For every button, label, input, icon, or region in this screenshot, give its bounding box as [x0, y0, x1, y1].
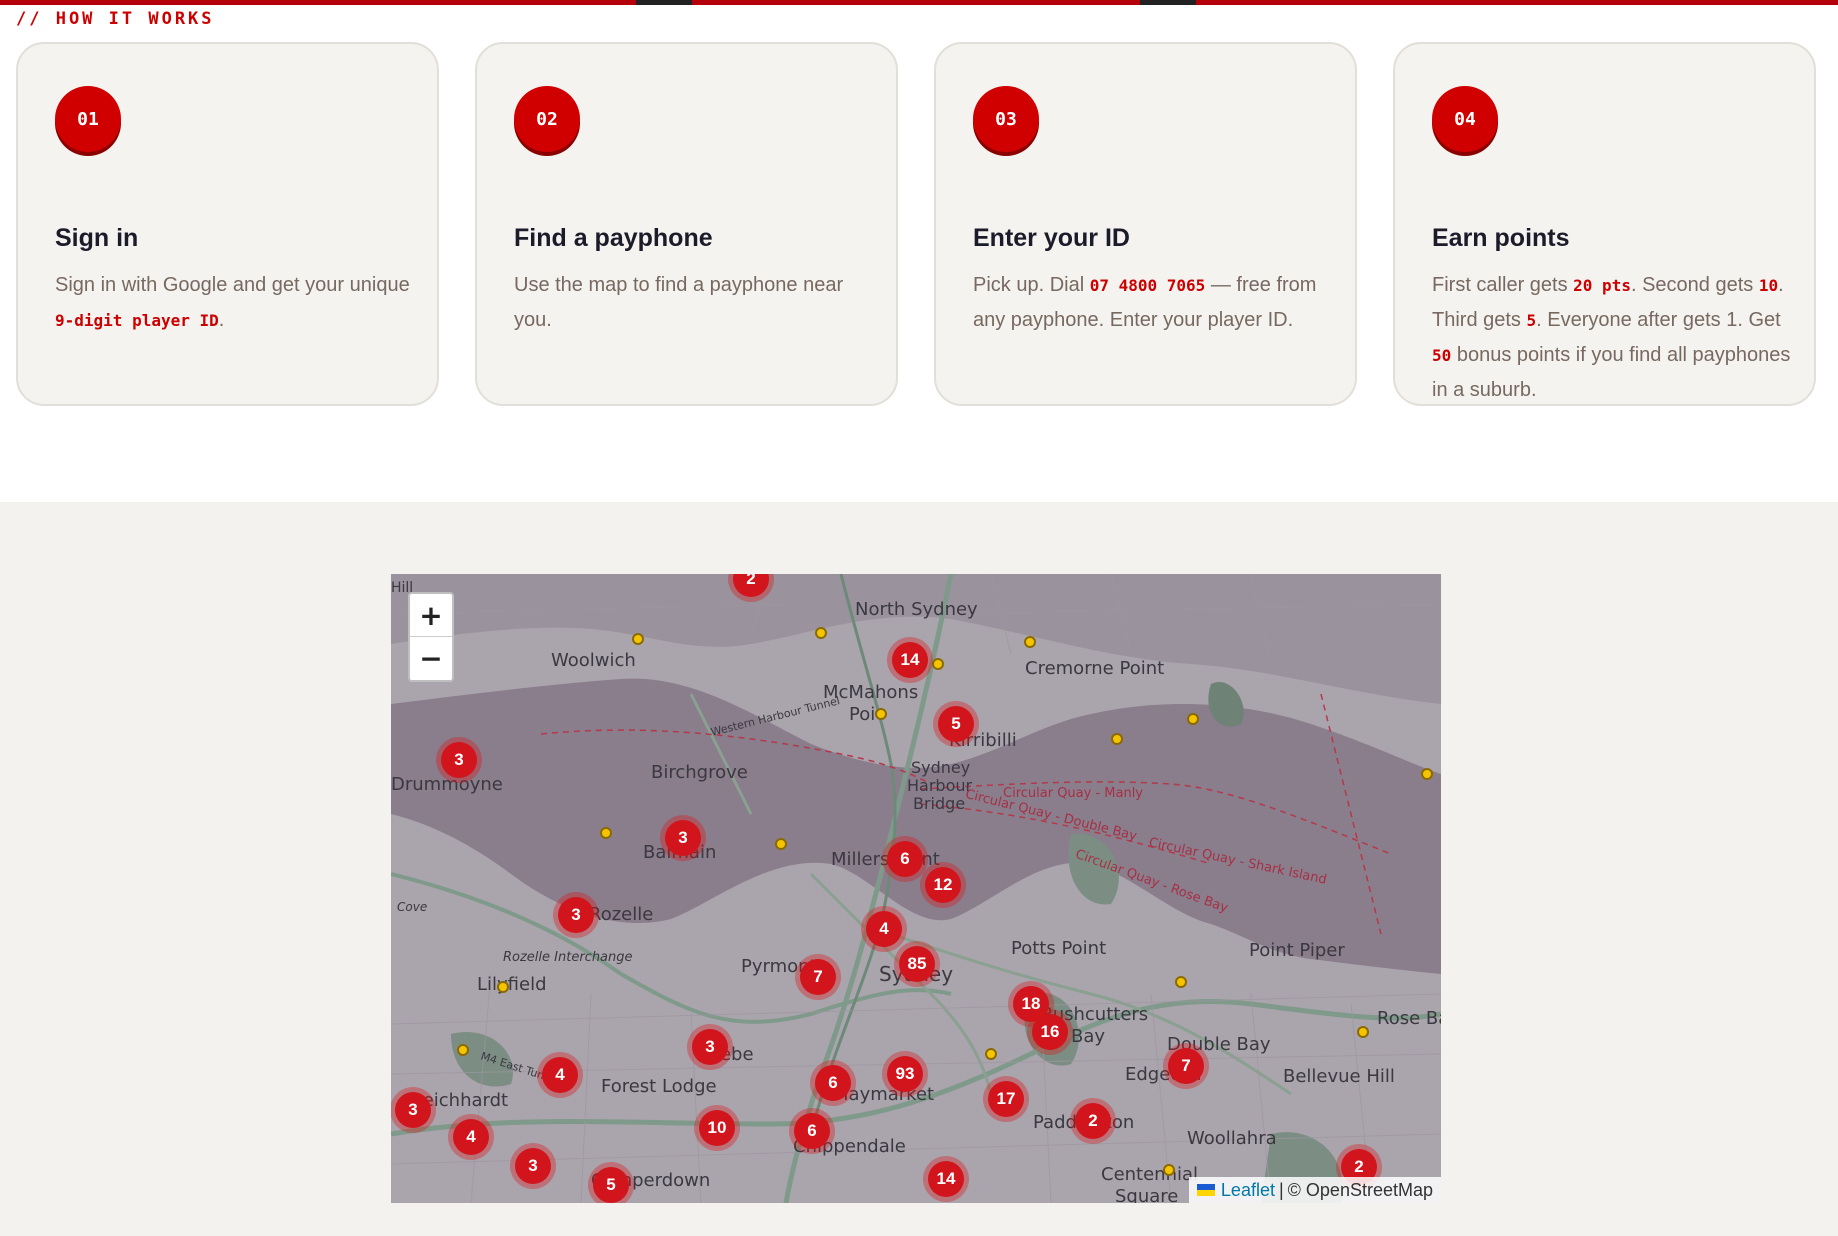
payphone-pin[interactable] [632, 633, 644, 645]
map-label: Bridge [913, 794, 966, 813]
payphone-cluster[interactable]: 7 [795, 954, 841, 1000]
top-bar-segment [636, 0, 692, 5]
step-description: First caller gets 20 pts. Second gets 10… [1432, 274, 1791, 401]
leaflet-link[interactable]: Leaflet [1221, 1180, 1275, 1201]
map-label: Cove [397, 900, 428, 914]
map-label: Sydney [911, 758, 971, 777]
map-label: Woolwich [551, 650, 636, 671]
map-label: Point Piper [1249, 940, 1345, 961]
step-title: Sign in [55, 224, 139, 252]
map-attribution: Leaflet | © OpenStreetMap [1188, 1177, 1441, 1203]
payphone-cluster[interactable]: 85 [894, 941, 940, 987]
map-label: Circular Quay - Manly [1003, 786, 1144, 801]
payphone-pin[interactable] [1111, 733, 1123, 745]
map-label: Poi [849, 704, 876, 725]
step-description: Pick up. Dial 07 4800 7065 — free from a… [973, 274, 1317, 331]
attribution-separator: | [1278, 1179, 1284, 1200]
section-eyebrow: // HOW IT WORKS [16, 9, 215, 29]
payphone-pin[interactable] [457, 1044, 469, 1056]
step-card-2: 02 Find a payphone Use the map to find a… [475, 42, 898, 406]
payphone-cluster[interactable]: 14 [923, 1156, 969, 1202]
map-label: Rose Ba [1377, 1008, 1441, 1029]
map-label: Lilyfield [477, 974, 547, 995]
step-card-4: 04 Earn points First caller gets 20 pts.… [1393, 42, 1816, 406]
payphone-cluster[interactable]: 6 [789, 1108, 835, 1154]
player-id-code: 9-digit player ID [55, 311, 219, 330]
payphone-cluster[interactable]: 2 [1070, 1098, 1116, 1144]
ukraine-flag-icon [1196, 1184, 1215, 1196]
step-title: Earn points [1432, 224, 1570, 252]
payphone-cluster[interactable]: 3 [687, 1024, 733, 1070]
payphone-cluster[interactable]: 93 [882, 1051, 928, 1097]
payphone-cluster[interactable]: 3 [436, 737, 482, 783]
payphone-cluster[interactable]: 7 [1163, 1043, 1209, 1089]
payphone-pin[interactable] [1187, 713, 1199, 725]
dial-number-code: 07 4800 7065 [1089, 276, 1206, 295]
step-number-badge: 04 [1432, 86, 1498, 152]
points-code: 5 [1526, 311, 1537, 330]
osm-attribution: © OpenStreetMap [1287, 1179, 1433, 1200]
payphone-cluster[interactable]: 3 [391, 1087, 436, 1133]
top-accent-bar [0, 0, 1838, 5]
payphone-map[interactable]: North Sydney Woolwich McMahons Poi Cremo… [391, 574, 1441, 1203]
top-bar-segment [1140, 0, 1196, 5]
payphone-pin[interactable] [1357, 1026, 1369, 1038]
payphone-pin[interactable] [985, 1048, 997, 1060]
map-label: North Sydney [855, 599, 978, 620]
payphone-pin[interactable] [600, 827, 612, 839]
payphone-pin[interactable] [932, 658, 944, 670]
payphone-cluster[interactable]: 3 [660, 815, 706, 861]
step-title: Enter your ID [973, 224, 1130, 252]
zoom-control: + − [408, 592, 454, 682]
payphone-pin[interactable] [1024, 636, 1036, 648]
payphone-pin[interactable] [1175, 976, 1187, 988]
map-label: Birchgrove [651, 762, 748, 783]
payphone-cluster[interactable]: 6 [810, 1060, 856, 1106]
step-number-badge: 02 [514, 86, 580, 152]
step-description: Use the map to find a payphone near you. [514, 274, 844, 331]
payphone-pin[interactable] [875, 708, 887, 720]
payphone-cluster[interactable]: 3 [553, 892, 599, 938]
payphone-cluster[interactable]: 10 [694, 1105, 740, 1151]
points-code: 10 [1758, 276, 1779, 295]
payphone-cluster[interactable]: 12 [920, 862, 966, 908]
payphone-pin[interactable] [1163, 1164, 1175, 1176]
payphone-cluster[interactable]: 5 [933, 701, 979, 747]
payphone-cluster[interactable]: 14 [887, 637, 933, 683]
payphone-pin[interactable] [815, 627, 827, 639]
points-code: 20 pts [1573, 276, 1631, 295]
payphone-pin[interactable] [775, 838, 787, 850]
points-code: 50 [1432, 346, 1452, 365]
payphone-cluster[interactable]: 3 [510, 1143, 556, 1189]
map-label: Harbour [907, 776, 973, 795]
zoom-in-button[interactable]: + [410, 594, 452, 637]
step-title: Find a payphone [514, 224, 713, 252]
map-label: Square [1115, 1186, 1179, 1203]
step-number-badge: 03 [973, 86, 1039, 152]
payphone-pin[interactable] [1421, 768, 1433, 780]
map-label: Woollahra [1187, 1128, 1277, 1149]
payphone-pin[interactable] [497, 981, 509, 993]
step-card-3: 03 Enter your ID Pick up. Dial 07 4800 7… [934, 42, 1357, 406]
map-label: Cremorne Point [1025, 658, 1165, 679]
payphone-cluster[interactable]: 5 [588, 1162, 634, 1203]
payphone-cluster[interactable]: 17 [983, 1076, 1029, 1122]
step-description: Sign in with Google and get your unique … [55, 274, 410, 331]
map-label: Bay [1071, 1026, 1106, 1047]
step-number-badge: 01 [55, 86, 121, 152]
map-label: Bellevue Hill [1283, 1066, 1395, 1087]
zoom-out-button[interactable]: − [410, 637, 452, 680]
map-label: Rozelle Interchange [503, 950, 633, 965]
map-label: Centennial [1101, 1164, 1199, 1185]
map-label: Forest Lodge [601, 1076, 717, 1097]
map-label: Potts Point [1011, 938, 1107, 959]
payphone-cluster[interactable]: 4 [537, 1052, 583, 1098]
payphone-cluster[interactable]: 4 [861, 906, 907, 952]
payphone-cluster[interactable]: 4 [448, 1114, 494, 1160]
payphone-cluster[interactable]: 16 [1027, 1009, 1073, 1055]
step-card-1: 01 Sign in Sign in with Google and get y… [16, 42, 439, 406]
